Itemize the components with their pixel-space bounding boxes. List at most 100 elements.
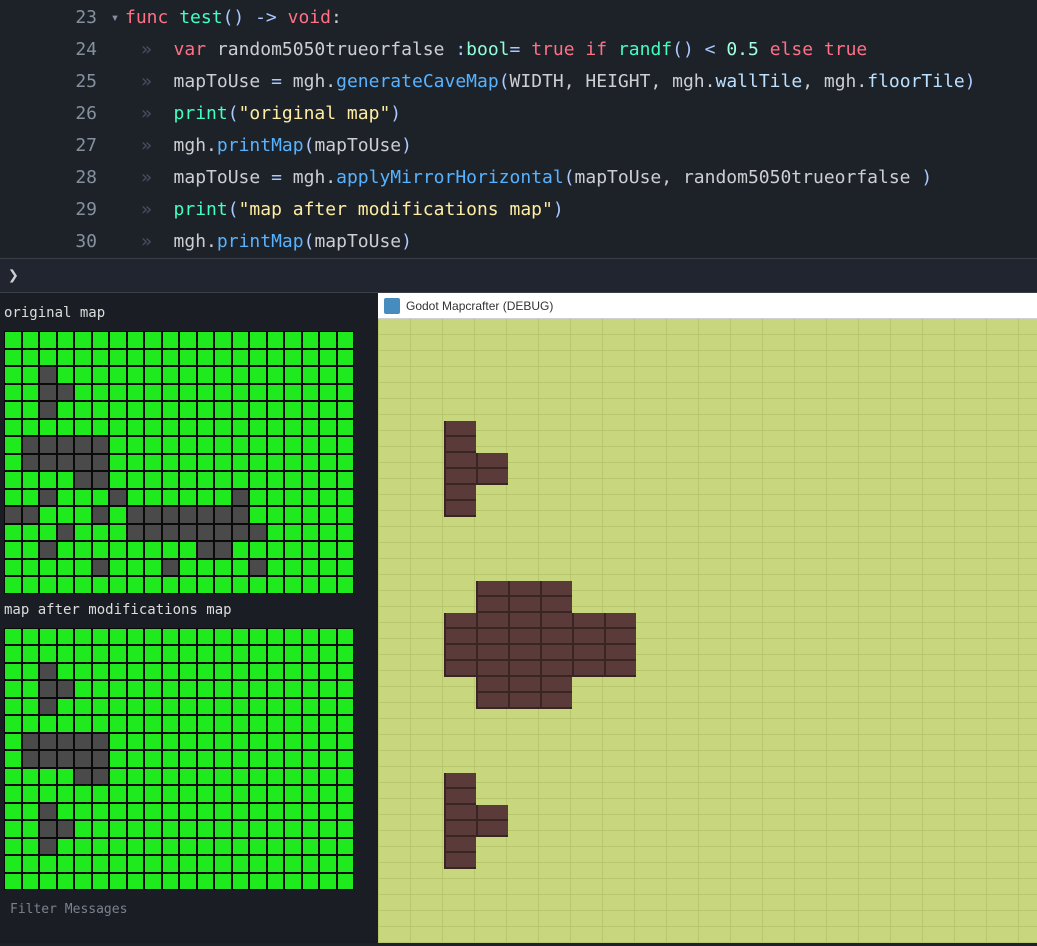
floor-cell	[197, 698, 215, 716]
floor-cell	[57, 715, 75, 733]
floor-cell	[232, 349, 250, 367]
floor-cell	[92, 401, 110, 419]
floor-cell	[92, 384, 110, 402]
code-line[interactable]: 29 » print("map after modifications map"…	[0, 194, 1037, 226]
floor-cell	[109, 663, 127, 681]
code-content[interactable]: mapToUse = mgh.generateCaveMap(WIDTH, HE…	[152, 66, 976, 98]
floor-cell	[337, 576, 355, 594]
code-content[interactable]: var random5050trueorfalse :bool= true if…	[152, 34, 867, 66]
floor-cell	[337, 680, 355, 698]
title-bar[interactable]: Godot Mapcrafter (DEBUG)	[378, 293, 1037, 319]
wall-cell	[197, 524, 215, 542]
output-panel[interactable]: original map map after modifications map…	[0, 293, 378, 943]
line-number: 24	[0, 34, 105, 66]
game-viewport[interactable]	[378, 319, 1037, 943]
floor-cell	[197, 750, 215, 768]
floor-cell	[319, 471, 337, 489]
floor-cell	[179, 645, 197, 663]
floor-cell	[232, 436, 250, 454]
floor-cell	[179, 733, 197, 751]
code-line[interactable]: 25 » mapToUse = mgh.generateCaveMap(WIDT…	[0, 66, 1037, 98]
floor-cell	[232, 419, 250, 437]
line-number: 23	[0, 2, 105, 34]
floor-cell	[249, 331, 267, 349]
code-content[interactable]: print("original map")	[152, 98, 401, 130]
floor-cell	[337, 768, 355, 786]
floor-cell	[92, 680, 110, 698]
floor-cell	[267, 331, 285, 349]
floor-cell	[144, 366, 162, 384]
floor-cell	[109, 349, 127, 367]
floor-cell	[267, 559, 285, 577]
floor-cell	[92, 663, 110, 681]
filter-messages[interactable]: Filter Messages	[4, 898, 374, 921]
floor-cell	[267, 489, 285, 507]
floor-cell	[74, 873, 92, 891]
floor-cell	[337, 750, 355, 768]
floor-cell	[179, 873, 197, 891]
floor-cell	[249, 401, 267, 419]
floor-cell	[284, 541, 302, 559]
floor-cell	[214, 768, 232, 786]
floor-cell	[197, 419, 215, 437]
floor-cell	[337, 733, 355, 751]
code-content[interactable]: mgh.printMap(mapToUse)	[152, 130, 412, 162]
floor-cell	[109, 750, 127, 768]
floor-cell	[267, 401, 285, 419]
floor-cell	[74, 419, 92, 437]
code-line[interactable]: 28 » mapToUse = mgh.applyMirrorHorizonta…	[0, 162, 1037, 194]
floor-cell	[162, 436, 180, 454]
floor-cell	[337, 645, 355, 663]
code-line[interactable]: 24 » var random5050trueorfalse :bool= tr…	[0, 34, 1037, 66]
map-grid-original	[4, 331, 374, 594]
wall-cell	[214, 506, 232, 524]
floor-cell	[249, 366, 267, 384]
floor-cell	[214, 331, 232, 349]
floor-cell	[57, 471, 75, 489]
floor-cell	[284, 768, 302, 786]
floor-cell	[179, 436, 197, 454]
floor-cell	[92, 489, 110, 507]
floor-cell	[109, 384, 127, 402]
floor-cell	[74, 680, 92, 698]
floor-cell	[4, 645, 22, 663]
floor-cell	[74, 559, 92, 577]
floor-cell	[214, 838, 232, 856]
wall-cell	[179, 524, 197, 542]
code-line[interactable]: 26 » print("original map")	[0, 98, 1037, 130]
code-content[interactable]: print("map after modifications map")	[152, 194, 564, 226]
floor-cell	[337, 663, 355, 681]
command-prompt[interactable]: ❯	[0, 258, 1037, 293]
code-line[interactable]: 23 ▾ func test() -> void:	[0, 2, 1037, 34]
code-line[interactable]: 27 » mgh.printMap(mapToUse)	[0, 130, 1037, 162]
wall-cell	[127, 506, 145, 524]
floor-cell	[127, 349, 145, 367]
floor-cell	[92, 803, 110, 821]
code-content[interactable]: mapToUse = mgh.applyMirrorHorizontal(map…	[152, 162, 932, 194]
floor-cell	[74, 698, 92, 716]
code-editor[interactable]: 23 ▾ func test() -> void: 24 » var rando…	[0, 0, 1037, 258]
fold-icon[interactable]: ▾	[105, 2, 125, 34]
floor-cell	[4, 785, 22, 803]
code-content[interactable]: func test() -> void:	[125, 2, 342, 34]
floor-cell	[109, 524, 127, 542]
floor-cell	[284, 680, 302, 698]
floor-cell	[109, 471, 127, 489]
floor-cell	[4, 419, 22, 437]
floor-cell	[127, 366, 145, 384]
floor-cell	[179, 750, 197, 768]
code-line[interactable]: 30 » mgh.printMap(mapToUse)	[0, 226, 1037, 258]
floor-cell	[57, 576, 75, 594]
floor-cell	[179, 471, 197, 489]
floor-cell	[39, 715, 57, 733]
floor-cell	[179, 559, 197, 577]
floor-cell	[267, 436, 285, 454]
floor-cell	[127, 820, 145, 838]
wall-tile	[444, 613, 636, 645]
floor-cell	[197, 785, 215, 803]
floor-cell	[127, 628, 145, 646]
floor-cell	[109, 541, 127, 559]
wall-cell	[22, 454, 40, 472]
floor-cell	[284, 559, 302, 577]
code-content[interactable]: mgh.printMap(mapToUse)	[152, 226, 412, 258]
